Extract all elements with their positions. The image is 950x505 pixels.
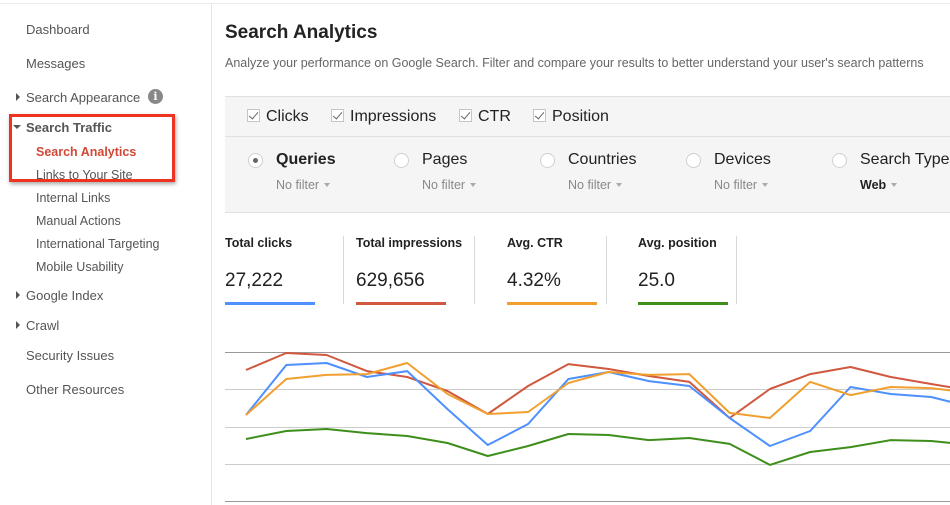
- total-value: 629,656: [356, 270, 425, 291]
- total-label: Total impressions: [356, 236, 463, 250]
- dimension-label: Devices: [714, 151, 771, 168]
- total-value: 25.0: [638, 270, 675, 291]
- sidebar-item-internal-links[interactable]: Internal Links: [36, 191, 110, 205]
- dimension-label: Countries: [568, 151, 637, 168]
- divider: [606, 236, 607, 304]
- page-title: Search Analytics: [225, 22, 378, 43]
- sidebar: Dashboard Messages Search Appearance i S…: [0, 4, 212, 505]
- sidebar-item-search-traffic[interactable]: Search Traffic: [26, 120, 112, 135]
- filter-panel: Clicks Impressions CTR Position Queries …: [225, 96, 950, 213]
- total-label: Total clicks: [225, 236, 293, 250]
- sidebar-item-mobile-usability[interactable]: Mobile Usability: [36, 260, 124, 274]
- total-value: 4.32%: [507, 270, 561, 291]
- dropdown-caret-icon: [470, 183, 477, 187]
- radio-icon[interactable]: [540, 153, 555, 168]
- checkbox-impressions[interactable]: Impressions: [331, 108, 436, 126]
- dropdown-caret-icon: [891, 183, 898, 187]
- checkbox-checked-icon[interactable]: [331, 109, 344, 122]
- chart-series-position: [245, 428, 950, 466]
- sidebar-item-links-to-your-site[interactable]: Links to Your Site: [36, 168, 133, 182]
- sidebar-item-manual-actions[interactable]: Manual Actions: [36, 214, 121, 228]
- total-value: 27,222: [225, 270, 284, 291]
- dimension-label: Pages: [422, 151, 468, 168]
- checkbox-ctr[interactable]: CTR: [459, 108, 511, 126]
- dimension-label: Search Type: [860, 151, 950, 168]
- total-label: Avg. CTR: [507, 236, 563, 250]
- checkbox-label: Impressions: [350, 108, 437, 125]
- sidebar-item-search-analytics[interactable]: Search Analytics: [36, 145, 136, 159]
- dimension-filter-dropdown[interactable]: No filter: [276, 178, 331, 192]
- checkbox-checked-icon[interactable]: [533, 109, 546, 122]
- sidebar-item-messages[interactable]: Messages: [26, 56, 85, 71]
- radio-selected-icon[interactable]: [248, 153, 263, 168]
- total-color-bar: [638, 302, 728, 305]
- dimension-filter-dropdown[interactable]: Web: [860, 178, 898, 192]
- dimension-label: Queries: [276, 151, 336, 168]
- filter-value: No filter: [422, 178, 466, 192]
- total-color-bar: [507, 302, 597, 305]
- sidebar-item-crawl[interactable]: Crawl: [26, 318, 59, 333]
- dimension-filter-dropdown[interactable]: No filter: [422, 178, 477, 192]
- dropdown-caret-icon: [616, 183, 623, 187]
- sidebar-item-security-issues[interactable]: Security Issues: [26, 348, 114, 363]
- dimension-filter-dropdown[interactable]: No filter: [568, 178, 623, 192]
- total-color-bar: [225, 302, 315, 305]
- caret-right-icon[interactable]: [16, 291, 20, 299]
- caret-right-icon[interactable]: [16, 93, 20, 101]
- total-color-bar: [356, 302, 446, 305]
- filter-value: No filter: [276, 178, 320, 192]
- checkbox-label: Clicks: [266, 108, 309, 125]
- dropdown-caret-icon: [762, 183, 769, 187]
- checkbox-clicks[interactable]: Clicks: [247, 108, 309, 126]
- checkbox-checked-icon[interactable]: [247, 109, 260, 122]
- chart-svg: [225, 352, 950, 502]
- total-label: Avg. position: [638, 236, 717, 250]
- filter-value: No filter: [714, 178, 758, 192]
- dimension-filter-dropdown[interactable]: No filter: [714, 178, 769, 192]
- sidebar-item-dashboard[interactable]: Dashboard: [26, 22, 90, 37]
- checkbox-label: Position: [552, 108, 609, 125]
- sidebar-item-google-index[interactable]: Google Index: [26, 288, 103, 303]
- sidebar-item-international-targeting[interactable]: International Targeting: [36, 237, 159, 251]
- divider: [343, 236, 344, 304]
- metrics-row: Clicks Impressions CTR Position: [225, 97, 950, 137]
- checkbox-label: CTR: [478, 108, 511, 125]
- checkbox-position[interactable]: Position: [533, 108, 609, 126]
- radio-icon[interactable]: [394, 153, 409, 168]
- performance-chart: [225, 340, 950, 505]
- filter-value: No filter: [568, 178, 612, 192]
- divider: [474, 236, 475, 304]
- info-icon[interactable]: i: [148, 89, 163, 104]
- chart-series-impressions: [245, 352, 950, 419]
- caret-right-icon[interactable]: [16, 321, 20, 329]
- radio-icon[interactable]: [686, 153, 701, 168]
- radio-icon[interactable]: [832, 153, 847, 168]
- sidebar-item-other-resources[interactable]: Other Resources: [26, 382, 124, 397]
- filter-value: Web: [860, 178, 887, 192]
- sidebar-item-search-appearance[interactable]: Search Appearance: [26, 90, 140, 105]
- dropdown-caret-icon: [324, 183, 331, 187]
- checkbox-checked-icon[interactable]: [459, 109, 472, 122]
- caret-down-icon[interactable]: [13, 125, 21, 129]
- page-description: Analyze your performance on Google Searc…: [225, 56, 924, 70]
- divider: [736, 236, 737, 304]
